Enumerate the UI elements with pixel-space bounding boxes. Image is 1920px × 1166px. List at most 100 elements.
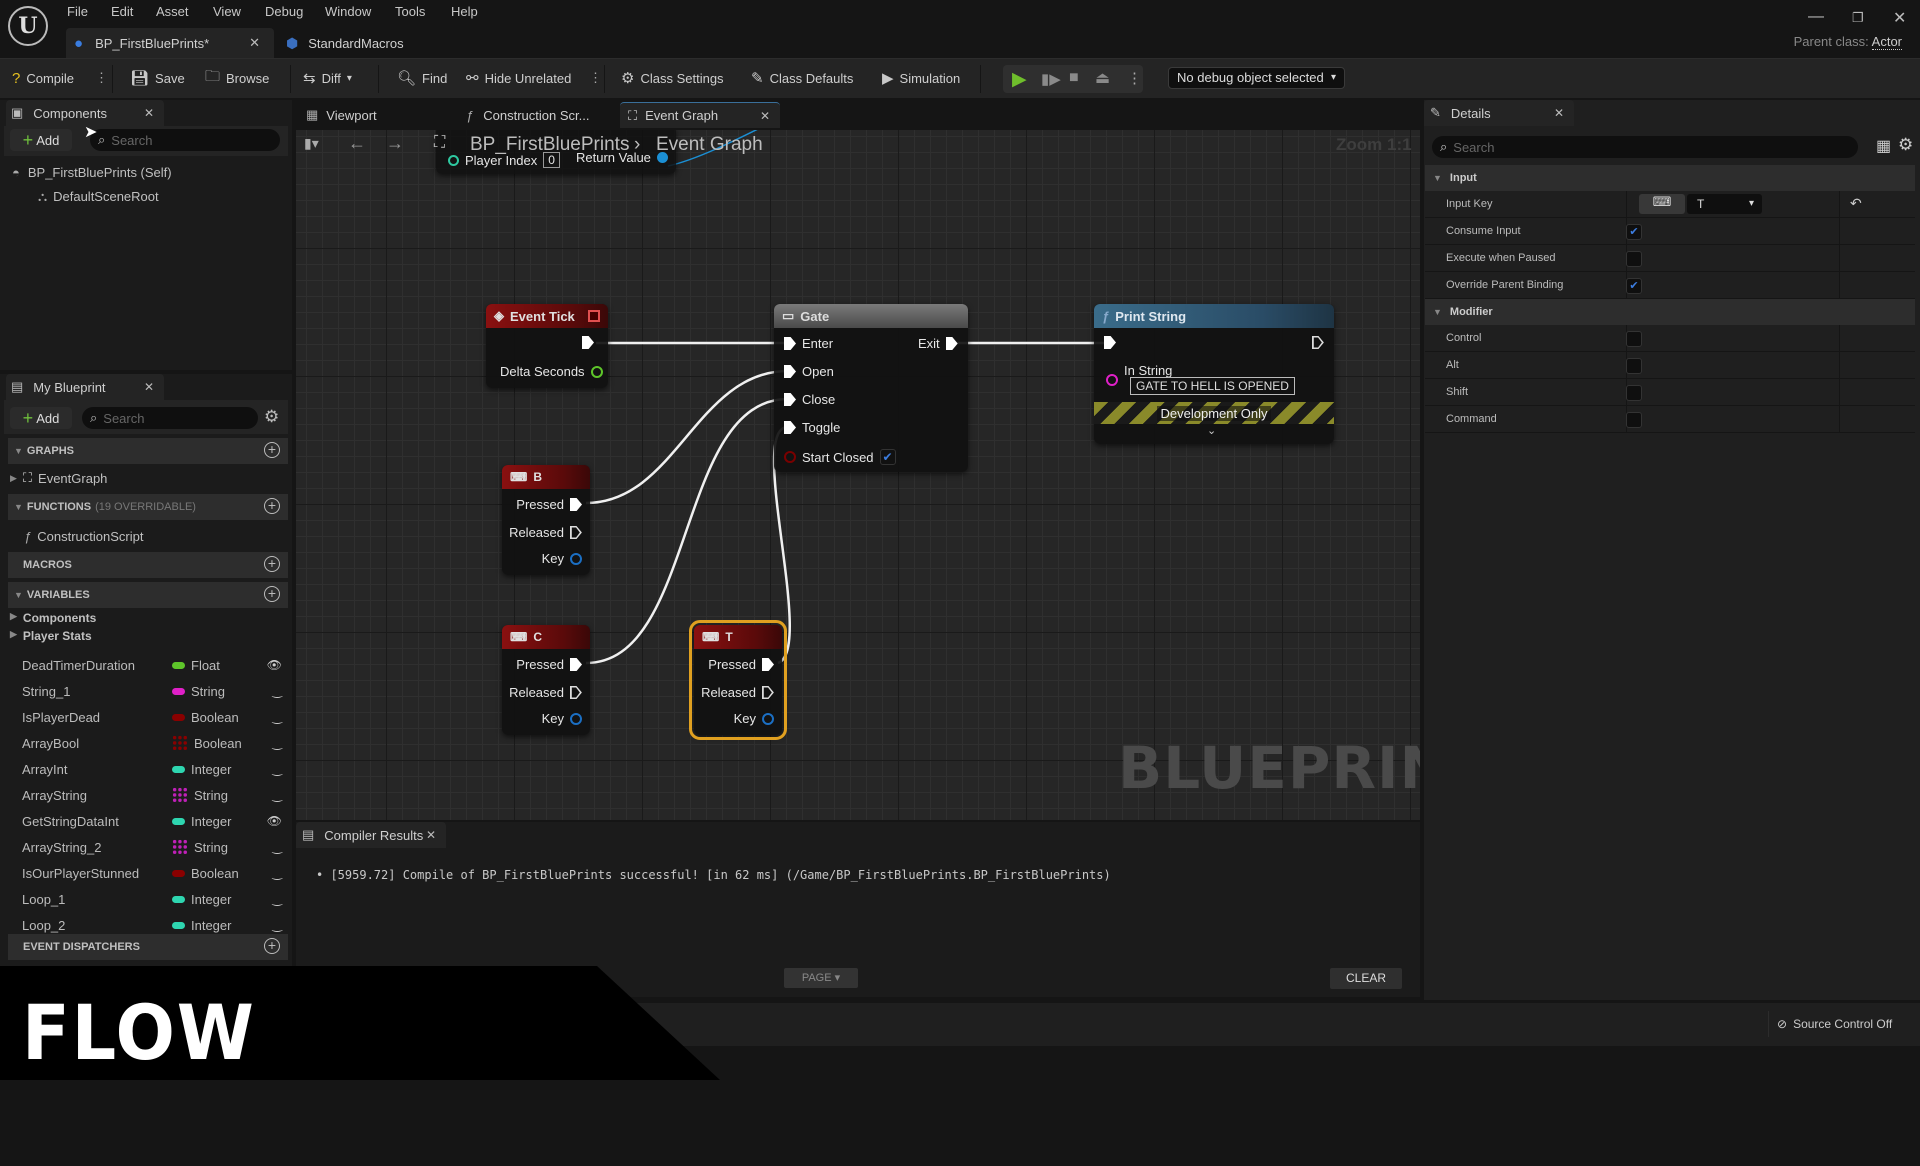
variable-item[interactable]: ArrayInt Integer ‿ [22,756,288,782]
close-tab-icon[interactable]: ✕ [760,109,770,123]
pin-pressed[interactable]: Pressed [516,657,582,672]
source-control-button[interactable]: ⊘ Source Control Off [1768,1011,1892,1037]
add-macro-icon[interactable]: + [264,556,280,572]
menu-tools[interactable]: Tools [395,4,425,19]
details-tab[interactable]: ✎ Details ✕ [1424,100,1574,126]
pin-enter[interactable]: Enter [784,336,833,351]
step-icon[interactable]: ▮▶ [1041,70,1061,88]
add-component-button[interactable]: + Add [10,129,72,151]
browse-button[interactable]: 🗀 Browse [205,59,269,97]
back-arrow-icon[interactable]: ← [348,133,366,154]
variable-item[interactable]: IsPlayerDead Boolean ‿ [22,704,288,730]
variable-type[interactable]: String [172,839,228,855]
variable-category-player-stats[interactable]: ▶ Player Stats [10,629,92,643]
property-matrix-icon[interactable]: ▦ [1876,136,1891,156]
node-event-tick[interactable]: ◈ Event Tick Delta Seconds [486,304,608,388]
tab-construction-script[interactable]: ƒ Construction Scr... [456,102,616,128]
eye-closed-icon[interactable]: ‿ [272,736,282,750]
add-variable-icon[interactable]: + [264,586,280,602]
eye-closed-icon[interactable]: ‿ [272,788,282,802]
pin-pressed[interactable]: Pressed [516,497,582,512]
details-search-input[interactable]: ⌕ Search [1432,136,1858,158]
variable-type[interactable]: Boolean [172,866,239,881]
my-blueprint-tab[interactable]: ▤ My Blueprint ✕ [6,374,164,400]
compile-options-icon[interactable]: ⋮ [95,59,108,97]
component-item-defaultsceneroot[interactable]: ⛬ DefaultSceneRoot [38,189,159,205]
variable-item[interactable]: String_1 String ‿ [22,678,288,704]
eye-closed-icon[interactable]: ‿ [272,866,282,880]
in-string-input[interactable]: GATE TO HELL IS OPENED [1130,377,1295,395]
section-functions[interactable]: ▼ FUNCTIONS (19 OVERRIDABLE) + [8,494,288,520]
eye-closed-icon[interactable]: ‿ [272,684,282,698]
pin-key[interactable]: Key [542,551,582,566]
pin-released[interactable]: Released [509,525,582,540]
variable-type[interactable]: Integer [172,762,231,777]
eye-closed-icon[interactable]: ‿ [272,918,282,932]
pin-exec-out[interactable] [582,336,594,349]
play-options-icon[interactable]: ⋮ [1127,69,1142,87]
start-closed-checkbox[interactable]: ✔ [879,449,896,465]
section-macros[interactable]: MACROS + [8,552,288,578]
expand-triangle-icon[interactable]: ▶ [10,473,17,484]
doc-tab-standardmacros[interactable]: ⬢ StandardMacros [280,28,430,58]
unreal-logo-icon[interactable]: U [8,6,48,46]
pin-toggle[interactable]: Toggle [784,420,840,435]
compile-button[interactable]: ? Compile [12,59,74,97]
minimize-icon[interactable]: — [1808,8,1824,26]
pin-start-closed[interactable]: Start Closed ✔ [784,449,896,465]
bookmark-icon[interactable]: ▮▾ [304,135,319,152]
string-pin-icon[interactable] [1106,374,1118,386]
class-settings-button[interactable]: ⚙ Class Settings [621,59,724,97]
stop-icon[interactable]: ■ [1069,69,1079,87]
breadcrumb-blueprint[interactable]: BP_FirstBluePrints [470,134,629,156]
pin-released[interactable]: Released [509,685,582,700]
control-checkbox[interactable] [1626,331,1642,347]
node-print-string[interactable]: ƒ Print String In String GATE TO HELL IS… [1094,304,1334,444]
class-defaults-button[interactable]: ✎ Class Defaults [751,59,853,97]
variable-type[interactable]: Integer [172,814,231,829]
close-panel-icon[interactable]: ✕ [144,380,154,394]
override-parent-binding-checkbox[interactable]: ✔ [1626,278,1642,294]
menu-file[interactable]: File [67,4,88,19]
graph-options-icon[interactable]: ⋮ [589,59,602,97]
find-button[interactable]: 🔍︎ Find [397,59,447,97]
breadcrumb-event-graph[interactable]: Event Graph [656,134,763,156]
pin-released[interactable]: Released [701,685,774,700]
variable-type[interactable]: String [172,684,225,699]
details-section-modifier[interactable]: ▼ Modifier [1425,299,1915,325]
parent-class-value[interactable]: Actor [1871,34,1902,50]
my-blueprint-search-input[interactable]: ⌕ Search [82,407,258,429]
restore-icon[interactable]: ❐ [1852,10,1864,26]
tab-event-graph[interactable]: ⛶ Event Graph ✕ [620,102,780,128]
menu-window[interactable]: Window [325,4,371,19]
expand-chevron-icon[interactable]: ⌄ [1207,424,1216,437]
doc-tab-bp-firstblueprints[interactable]: ● BP_FirstBluePrints* ✕ [66,28,274,58]
shift-checkbox[interactable] [1626,385,1642,401]
component-item-self[interactable]: ◓ BP_FirstBluePrints (Self) [12,165,172,180]
eye-closed-icon[interactable]: ‿ [272,840,282,854]
variable-item[interactable]: ArrayString String ‿ [22,782,288,808]
node-gate[interactable]: ▭ Gate Enter Open Close Toggle Start Clo… [774,304,968,472]
details-section-input[interactable]: ▼ Input [1425,165,1915,191]
variable-category-components[interactable]: ▶ Components [10,611,96,625]
diff-button[interactable]: ⇆ Diff ▾ [303,59,352,97]
menu-view[interactable]: View [213,4,241,19]
components-search-input[interactable]: ⌕ Search [90,129,280,151]
eject-icon[interactable]: ⏏ [1095,68,1110,88]
add-graph-icon[interactable]: + [264,442,280,458]
pin-exit[interactable]: Exit [918,336,958,351]
add-function-icon[interactable]: + [264,498,280,514]
event-graph-canvas[interactable]: Player Index 0 Return Value ◈ Event Tick… [296,130,1420,820]
menu-asset[interactable]: Asset [156,4,189,19]
variable-item[interactable]: DeadTimerDuration Float 👁︎ [22,652,288,678]
pin-exec-in[interactable] [1104,336,1116,349]
variable-type[interactable]: Boolean [172,710,239,725]
variable-type[interactable]: Integer [172,918,231,933]
debug-object-select[interactable]: No debug object selected ▾ [1168,67,1345,89]
alt-checkbox[interactable] [1626,358,1642,374]
section-event-dispatchers[interactable]: EVENT DISPATCHERS + [8,934,288,960]
menu-debug[interactable]: Debug [265,4,303,19]
variable-type[interactable]: String [172,787,228,803]
variable-type[interactable]: Integer [172,892,231,907]
reset-to-default-icon[interactable]: ↶ [1850,195,1862,212]
